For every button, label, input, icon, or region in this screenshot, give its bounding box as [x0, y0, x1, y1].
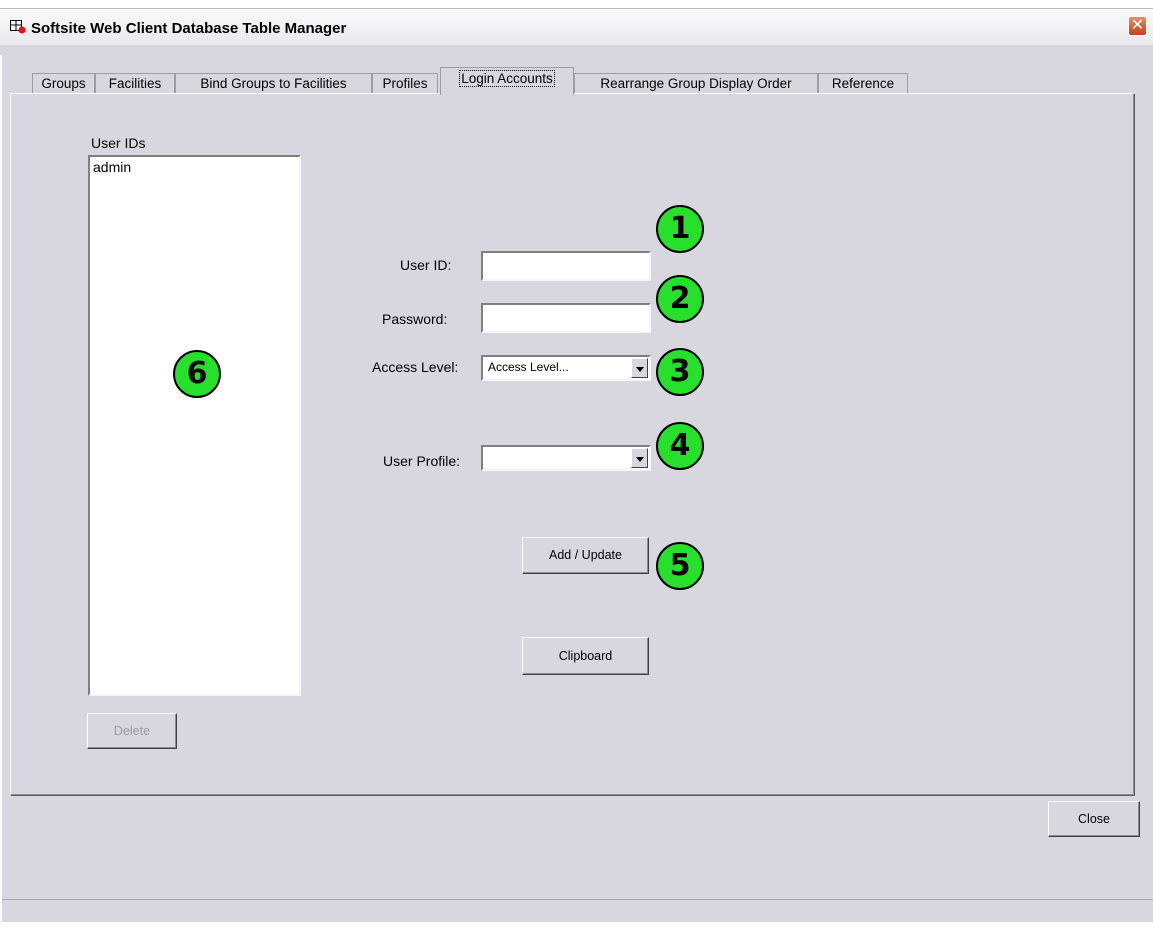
delete-label: Delete — [113, 724, 151, 738]
clipboard-label: Clipboard — [558, 649, 613, 663]
tab-bind-groups[interactable]: Bind Groups to Facilities — [175, 73, 372, 94]
table-app-icon — [10, 20, 26, 34]
title-bar: Softsite Web Client Database Table Manag… — [0, 9, 1153, 45]
close-button[interactable]: Close — [1048, 801, 1140, 837]
access-level-label: Access Level: — [372, 359, 459, 375]
add-update-button[interactable]: Add / Update — [522, 537, 649, 574]
callout-badge-4: 4 — [656, 422, 704, 470]
user-profile-select[interactable] — [481, 445, 651, 471]
tab-profiles[interactable]: Profiles — [372, 73, 438, 94]
window-left-edge — [0, 55, 2, 930]
clipboard-button[interactable]: Clipboard — [522, 637, 649, 675]
tab-login-accounts[interactable]: Login Accounts — [440, 67, 574, 95]
window-close-icon[interactable]: ✕ — [1128, 16, 1147, 36]
callout-badge-1: 1 — [656, 205, 704, 253]
tab-rearrange-group-display-order[interactable]: Rearrange Group Display Order — [574, 73, 818, 94]
close-label: Close — [1078, 812, 1110, 826]
user-id-label: User ID: — [400, 257, 452, 273]
delete-button[interactable]: Delete — [87, 713, 177, 749]
list-item[interactable]: admin — [93, 159, 131, 175]
access-level-select[interactable]: Access Level... — [481, 355, 651, 381]
app-window: Softsite Web Client Database Table Manag… — [0, 8, 1153, 930]
tab-groups[interactable]: Groups — [32, 73, 95, 94]
user-id-field[interactable] — [481, 251, 651, 281]
tab-facilities[interactable]: Facilities — [95, 73, 175, 94]
chevron-down-icon[interactable] — [631, 448, 648, 468]
user-ids-listbox[interactable]: admin — [88, 155, 301, 696]
window-title: Softsite Web Client Database Table Manag… — [31, 20, 347, 37]
tab-reference[interactable]: Reference — [818, 73, 908, 94]
access-level-value: Access Level... — [488, 360, 569, 374]
callout-badge-3: 3 — [656, 348, 704, 396]
callout-badge-6: 6 — [173, 350, 221, 398]
password-field[interactable] — [481, 303, 651, 333]
status-bar — [2, 899, 1153, 922]
add-update-label: Add / Update — [549, 548, 622, 562]
user-ids-header: User IDs — [91, 135, 146, 151]
callout-badge-5: 5 — [656, 542, 704, 590]
user-profile-label: User Profile: — [383, 453, 461, 469]
chevron-down-icon[interactable] — [631, 358, 648, 378]
callout-badge-2: 2 — [656, 275, 704, 323]
password-label: Password: — [382, 311, 448, 327]
